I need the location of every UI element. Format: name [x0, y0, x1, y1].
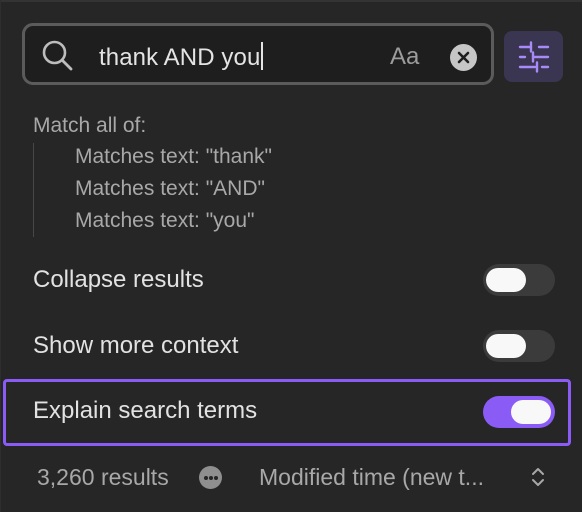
- more-icon[interactable]: [199, 466, 222, 489]
- dot: [209, 476, 213, 480]
- explain-item: Matches text: "you": [75, 209, 255, 232]
- explain-item: Matches text: "AND": [75, 177, 265, 200]
- text-caret: [261, 42, 264, 70]
- show-more-context-label: Show more context: [33, 332, 239, 359]
- panel-left-border: [0, 0, 1, 512]
- chevron-up-down-icon[interactable]: [529, 465, 547, 489]
- toggle-knob: [486, 268, 526, 292]
- collapse-results-toggle[interactable]: [483, 264, 555, 296]
- clear-icon: [457, 51, 470, 64]
- sort-order-select[interactable]: Modified time (new t...: [259, 464, 484, 491]
- clear-search-button[interactable]: [450, 44, 477, 71]
- search-icon: [41, 39, 73, 71]
- search-settings-button[interactable]: [504, 31, 563, 82]
- match-case-toggle[interactable]: Aa: [390, 43, 419, 71]
- explain-search-terms-toggle[interactable]: [483, 396, 555, 428]
- panel-top-border: [0, 0, 582, 2]
- collapse-results-label: Collapse results: [33, 266, 204, 293]
- dot: [214, 476, 218, 480]
- results-count: 3,260 results: [37, 464, 169, 490]
- dot: [204, 476, 208, 480]
- explain-title: Match all of:: [33, 114, 147, 137]
- sliders-icon: [518, 41, 550, 73]
- explain-list: Matches text: "thank" Matches text: "AND…: [33, 143, 454, 237]
- explain-item: Matches text: "thank": [75, 145, 272, 168]
- search-box[interactable]: thank AND you Aa: [22, 23, 494, 85]
- toggle-knob: [511, 400, 551, 424]
- search-query-text: thank AND you: [99, 44, 261, 71]
- show-more-context-toggle[interactable]: [483, 330, 555, 362]
- explain-search-terms-label: Explain search terms: [33, 397, 258, 424]
- toggle-knob: [486, 334, 526, 358]
- search-input[interactable]: thank AND you: [99, 42, 264, 72]
